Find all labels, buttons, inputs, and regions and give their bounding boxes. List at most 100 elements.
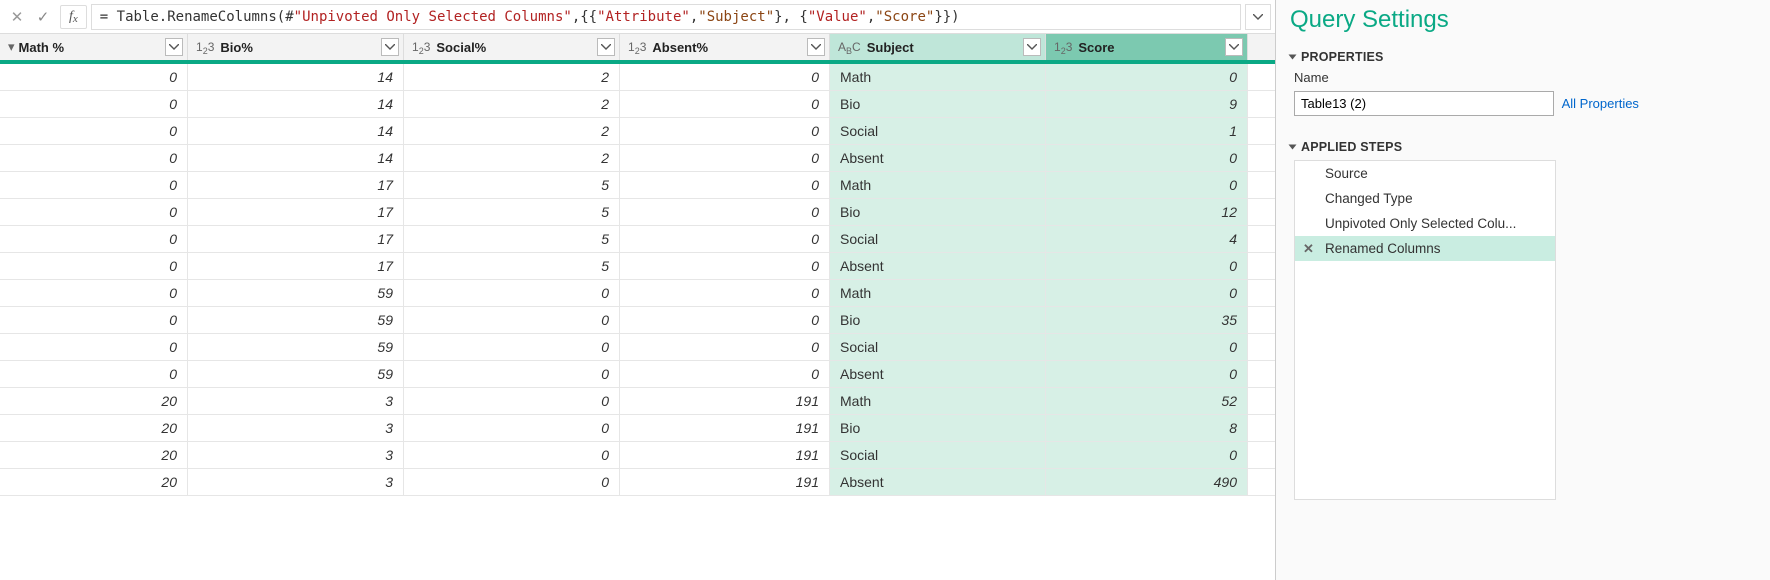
cell[interactable]: 191 <box>620 469 830 495</box>
column-header-subject[interactable]: ABCSubject <box>830 34 1046 60</box>
cell[interactable]: Math <box>830 172 1046 198</box>
cell[interactable]: 14 <box>188 91 404 117</box>
all-properties-link[interactable]: All Properties <box>1562 96 1639 111</box>
cell[interactable]: 490 <box>1046 469 1248 495</box>
cell[interactable]: 2 <box>404 118 620 144</box>
cell[interactable]: 0 <box>1046 145 1248 171</box>
cell[interactable]: 0 <box>1046 253 1248 279</box>
applied-step[interactable]: ✕Renamed Columns <box>1295 236 1555 261</box>
cell[interactable]: 0 <box>404 361 620 387</box>
column-header-social-[interactable]: 123Social% <box>404 34 620 60</box>
cell[interactable]: 0 <box>0 199 188 225</box>
cell[interactable]: Social <box>830 118 1046 144</box>
cell[interactable]: 17 <box>188 199 404 225</box>
table-row[interactable]: 01420Social1 <box>0 118 1275 145</box>
cell[interactable]: Absent <box>830 253 1046 279</box>
cell[interactable]: 0 <box>404 469 620 495</box>
applied-step[interactable]: Changed Type <box>1295 186 1555 211</box>
cell[interactable]: 0 <box>620 334 830 360</box>
column-filter-button[interactable] <box>381 38 399 56</box>
cell[interactable]: 17 <box>188 172 404 198</box>
column-filter-button[interactable] <box>1023 38 1041 56</box>
cell[interactable]: 0 <box>1046 361 1248 387</box>
column-header-math-[interactable]: ▾Math % <box>0 34 188 60</box>
cell[interactable]: 0 <box>0 118 188 144</box>
cell[interactable]: 0 <box>0 334 188 360</box>
cell[interactable]: 2 <box>404 91 620 117</box>
cell[interactable]: Bio <box>830 307 1046 333</box>
cell[interactable]: 0 <box>620 361 830 387</box>
cell[interactable]: 5 <box>404 172 620 198</box>
delete-step-icon[interactable]: ✕ <box>1303 241 1314 257</box>
cell[interactable]: 0 <box>404 307 620 333</box>
cell[interactable]: 0 <box>620 118 830 144</box>
cell[interactable]: 191 <box>620 388 830 414</box>
cell[interactable]: 0 <box>1046 442 1248 468</box>
cell[interactable]: 3 <box>188 469 404 495</box>
cell[interactable]: 1 <box>1046 118 1248 144</box>
cell[interactable]: 0 <box>0 145 188 171</box>
cell[interactable]: 35 <box>1046 307 1248 333</box>
cell[interactable]: 3 <box>188 415 404 441</box>
column-filter-button[interactable] <box>165 38 183 56</box>
cell[interactable]: 5 <box>404 226 620 252</box>
cell[interactable]: Math <box>830 64 1046 90</box>
cell[interactable]: Bio <box>830 199 1046 225</box>
table-row[interactable]: 01750Bio12 <box>0 199 1275 226</box>
cell[interactable]: 14 <box>188 64 404 90</box>
cell[interactable]: 0 <box>620 145 830 171</box>
cell[interactable]: Social <box>830 442 1046 468</box>
column-header-bio-[interactable]: 123Bio% <box>188 34 404 60</box>
cell[interactable]: 191 <box>620 415 830 441</box>
cell[interactable]: 0 <box>0 307 188 333</box>
cell[interactable]: 20 <box>0 442 188 468</box>
table-row[interactable]: 2030191Absent490 <box>0 469 1275 496</box>
table-row[interactable]: 2030191Math52 <box>0 388 1275 415</box>
table-row[interactable]: 01750Math0 <box>0 172 1275 199</box>
table-row[interactable]: 05900Social0 <box>0 334 1275 361</box>
properties-section-header[interactable]: PROPERTIES <box>1290 50 1770 64</box>
cell[interactable]: Math <box>830 280 1046 306</box>
cell[interactable]: Absent <box>830 145 1046 171</box>
cell[interactable]: 9 <box>1046 91 1248 117</box>
cell[interactable]: Social <box>830 334 1046 360</box>
cell[interactable]: 0 <box>1046 334 1248 360</box>
cell[interactable]: 20 <box>0 469 188 495</box>
cell[interactable]: 0 <box>620 280 830 306</box>
applied-step[interactable]: Unpivoted Only Selected Colu... <box>1295 211 1555 236</box>
cell[interactable]: 191 <box>620 442 830 468</box>
cell[interactable]: 0 <box>404 334 620 360</box>
cell[interactable]: 3 <box>188 388 404 414</box>
cell[interactable]: 14 <box>188 118 404 144</box>
cell[interactable]: 0 <box>620 199 830 225</box>
cell[interactable]: Bio <box>830 91 1046 117</box>
cell[interactable]: Absent <box>830 361 1046 387</box>
cell[interactable]: 0 <box>0 361 188 387</box>
cell[interactable]: Math <box>830 388 1046 414</box>
cell[interactable]: 0 <box>620 226 830 252</box>
cell[interactable]: 0 <box>0 91 188 117</box>
cell[interactable]: 2 <box>404 145 620 171</box>
cell[interactable]: Absent <box>830 469 1046 495</box>
cell[interactable]: 0 <box>0 226 188 252</box>
applied-steps-section-header[interactable]: APPLIED STEPS <box>1290 140 1770 154</box>
cell[interactable]: 4 <box>1046 226 1248 252</box>
cell[interactable]: 8 <box>1046 415 1248 441</box>
table-row[interactable]: 2030191Bio8 <box>0 415 1275 442</box>
cell[interactable]: 59 <box>188 307 404 333</box>
cell[interactable]: 59 <box>188 280 404 306</box>
cell[interactable]: 52 <box>1046 388 1248 414</box>
cell[interactable]: 0 <box>404 388 620 414</box>
cell[interactable]: 14 <box>188 145 404 171</box>
cell[interactable]: 0 <box>0 280 188 306</box>
cell[interactable]: 0 <box>620 172 830 198</box>
cell[interactable]: 0 <box>1046 172 1248 198</box>
cell[interactable]: 59 <box>188 361 404 387</box>
cell[interactable]: 17 <box>188 226 404 252</box>
cell[interactable]: 0 <box>0 253 188 279</box>
cell[interactable]: 0 <box>620 307 830 333</box>
table-row[interactable]: 05900Bio35 <box>0 307 1275 334</box>
commit-formula-button[interactable]: ✓ <box>30 4 56 30</box>
formula-input[interactable]: = Table.RenameColumns(#"Unpivoted Only S… <box>91 4 1241 30</box>
table-row[interactable]: 05900Absent0 <box>0 361 1275 388</box>
